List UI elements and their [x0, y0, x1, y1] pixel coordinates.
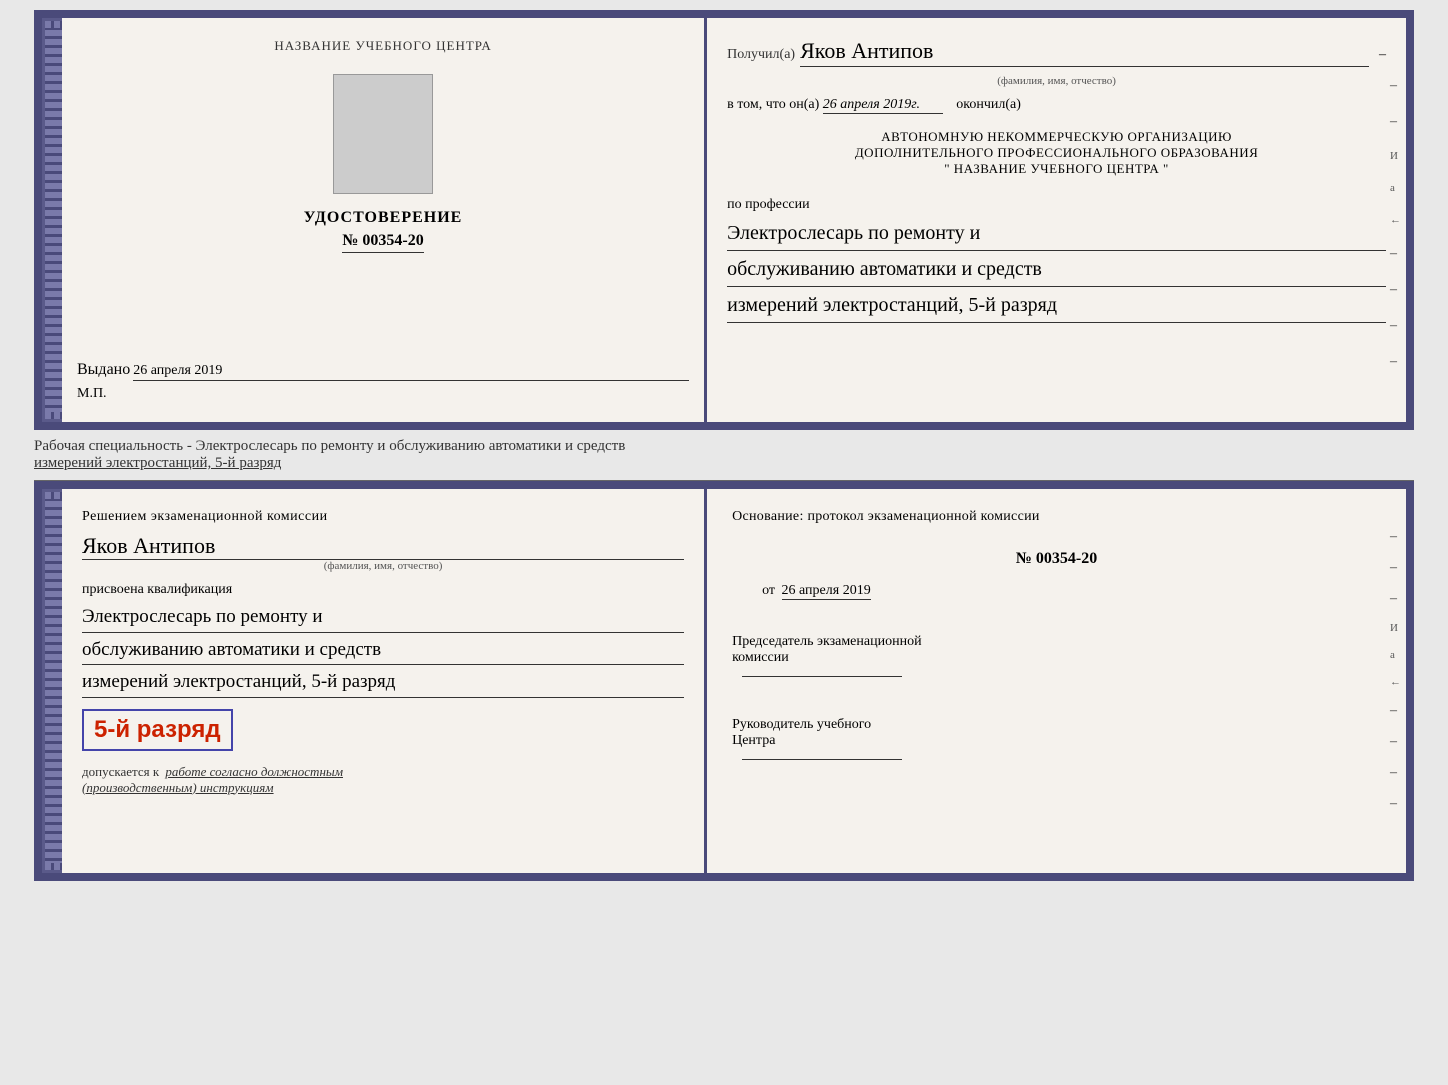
mark4: – [1390, 282, 1401, 298]
mark-a: а [1390, 182, 1401, 194]
person-name-block: Яков Антипов (фамилия, имя, отчество) [82, 533, 684, 572]
top-left-page: НАЗВАНИЕ УЧЕБНОГО ЦЕНТРА УДОСТОВЕРЕНИЕ №… [62, 18, 707, 422]
bottom-booklet: Решением экзаменационной комиссии Яков А… [34, 481, 1414, 881]
qual-line1: Электрослесарь по ремонту и [82, 603, 684, 633]
person-name: Яков Антипов [82, 533, 684, 560]
org-line2: ДОПОЛНИТЕЛЬНОГО ПРОФЕССИОНАЛЬНОГО ОБРАЗО… [727, 145, 1386, 161]
org-block: АВТОНОМНУЮ НЕКОММЕРЧЕСКУЮ ОРГАНИЗАЦИЮ ДО… [727, 129, 1386, 177]
mp-label: М.П. [77, 386, 689, 402]
allowed-text2: (производственным) инструкциям [82, 780, 274, 795]
rmark-arrow: ← [1390, 676, 1401, 688]
profession-line3: измерений электростанций, 5-й разряд [727, 290, 1386, 323]
chairman-label: Председатель экзаменационной [732, 634, 1381, 650]
chairman-block: Председатель экзаменационной комиссии [732, 634, 1381, 682]
grade-text: 5-й разряд [94, 716, 221, 743]
bottom-left-page: Решением экзаменационной комиссии Яков А… [62, 489, 707, 873]
cert-title: УДОСТОВЕРЕНИЕ [304, 209, 463, 227]
recipient-line: Получил(а) Яков Антипов – [727, 38, 1386, 67]
mark-arrow: ← [1390, 214, 1401, 226]
mark3: – [1390, 246, 1401, 262]
head-label2: Центра [732, 733, 1381, 749]
rmark3: – [1390, 591, 1401, 607]
head-label: Руководитель учебного [732, 717, 1381, 733]
bottom-left-spine [42, 489, 62, 873]
document-container: НАЗВАНИЕ УЧЕБНОГО ЦЕНТРА УДОСТОВЕРЕНИЕ №… [34, 10, 1414, 881]
finished-label: окончил(а) [956, 97, 1021, 112]
org-line1: АВТОНОМНУЮ НЕКОММЕРЧЕСКУЮ ОРГАНИЗАЦИЮ [727, 129, 1386, 145]
profession-line1: Электрослесарь по ремонту и [727, 218, 1386, 251]
rmark5: – [1390, 734, 1401, 750]
right-side-marks: – – И а ← – – – – [1390, 78, 1401, 370]
left-spine-decoration [42, 18, 62, 422]
chairman-signature-line [742, 676, 902, 677]
top-booklet: НАЗВАНИЕ УЧЕБНОГО ЦЕНТРА УДОСТОВЕРЕНИЕ №… [34, 10, 1414, 430]
qualification-label: присвоена квалификация [82, 582, 684, 598]
caption-line1: Рабочая специальность - Электрослесарь п… [34, 438, 625, 454]
rmark2: – [1390, 560, 1401, 576]
top-right-page: Получил(а) Яков Антипов – (фамилия, имя,… [707, 18, 1406, 422]
qual-line3: измерений электростанций, 5-й разряд [82, 668, 684, 698]
grade-box: 5-й разряд [82, 709, 233, 751]
caption-line2: измерений электростанций, 5-й разряд [34, 455, 281, 471]
allowed-text: работе согласно должностным [165, 764, 343, 779]
mark2: – [1390, 114, 1401, 130]
date-from-block: от 26 апреля 2019 [762, 583, 1381, 599]
date-from-label: от [762, 583, 775, 598]
mark5: – [1390, 318, 1401, 334]
head-signature-line [742, 759, 902, 760]
chairman-label2: комиссии [732, 650, 1381, 666]
rmark1: – [1390, 529, 1401, 545]
in-that-line: в том, что он(а) 26 апреля 2019г. окончи… [727, 97, 1386, 114]
received-label: Получил(а) [727, 47, 795, 63]
qual-line2: обслуживанию автоматики и средств [82, 636, 684, 666]
in-that-label: в том, что он(а) [727, 97, 819, 112]
allowed-label: допускается к [82, 764, 159, 779]
photo-placeholder [333, 74, 433, 194]
caption-text: Рабочая специальность - Электрослесарь п… [34, 430, 1414, 481]
qualification-cursive: Электрослесарь по ремонту и обслуживанию… [82, 603, 684, 698]
right-side-marks2: – – – И а ← – – – – [1390, 529, 1401, 812]
protocol-number: № 00354-20 [732, 550, 1381, 568]
basis-label: Основание: протокол экзаменационной коми… [732, 509, 1381, 525]
rmark7: – [1390, 796, 1401, 812]
org-title-left: НАЗВАНИЕ УЧЕБНОГО ЦЕНТРА [274, 38, 491, 54]
bottom-right-page: Основание: протокол экзаменационной коми… [707, 489, 1406, 873]
rmark-i: И [1390, 622, 1401, 634]
date-from-value: 26 апреля 2019 [782, 583, 871, 600]
issued-label: Выдано [77, 361, 130, 379]
issued-date-line: Выдано 26 апреля 2019 [77, 361, 689, 381]
mark-i: И [1390, 150, 1401, 162]
profession-label: по профессии [727, 197, 1386, 213]
fio-sub-bottom: (фамилия, имя, отчество) [82, 560, 684, 572]
rmark6: – [1390, 765, 1401, 781]
allowed-block: допускается к работе согласно должностны… [82, 764, 684, 796]
cert-number: № 00354-20 [342, 232, 423, 253]
mark6: – [1390, 354, 1401, 370]
rmark-a: а [1390, 649, 1401, 661]
profession-line2: обслуживанию автоматики и средств [727, 254, 1386, 287]
mark1: – [1390, 78, 1401, 94]
issued-date-value: 26 апреля 2019 [133, 363, 689, 381]
fio-subtitle: (фамилия, имя, отчество) [727, 75, 1386, 87]
recipient-name: Яков Антипов [800, 38, 1369, 67]
decision-label: Решением экзаменационной комиссии [82, 509, 684, 525]
org-line3: " НАЗВАНИЕ УЧЕБНОГО ЦЕНТРА " [727, 161, 1386, 177]
profession-cursive: Электрослесарь по ремонту и обслуживанию… [727, 218, 1386, 326]
head-block: Руководитель учебного Центра [732, 717, 1381, 765]
rmark4: – [1390, 703, 1401, 719]
in-that-date: 26 апреля 2019г. [823, 97, 943, 114]
